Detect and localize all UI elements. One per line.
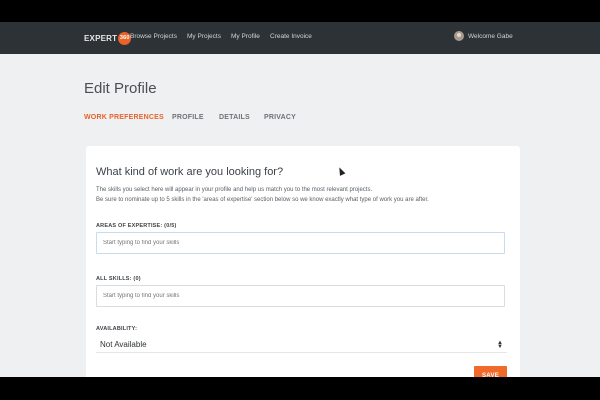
app-window: EXPERT 360 Browse Projects My Projects M… (0, 22, 600, 377)
avatar (454, 31, 464, 41)
top-navbar: EXPERT 360 Browse Projects My Projects M… (0, 22, 600, 54)
availability-label: AVAILABILITY: (96, 326, 138, 332)
nav-create-invoice[interactable]: Create Invoice (270, 33, 312, 40)
save-button[interactable]: SAVE (474, 366, 507, 377)
logo-text: EXPERT (84, 33, 118, 43)
form-heading: What kind of work are you looking for? (96, 166, 284, 178)
areas-of-expertise-input[interactable] (96, 232, 505, 254)
work-preferences-card: What kind of work are you looking for? T… (86, 146, 520, 377)
tab-profile[interactable]: PROFILE (172, 114, 204, 121)
tab-work-preferences[interactable]: WORK PREFERENCES (84, 114, 164, 121)
all-skills-input[interactable] (96, 285, 505, 307)
availability-select[interactable]: Not Available ▲ ▼ (96, 337, 507, 353)
form-description-2: Be sure to nominate up to 5 skills in th… (96, 197, 429, 203)
user-greeting: Welcome Gabe (468, 32, 513, 40)
user-menu[interactable]: Welcome Gabe (454, 31, 513, 41)
page-title: Edit Profile (84, 80, 157, 97)
nav-browse-projects[interactable]: Browse Projects (130, 33, 177, 40)
form-description-1: The skills you select here will appear i… (96, 187, 373, 193)
nav-my-projects[interactable]: My Projects (187, 33, 221, 40)
nav-my-profile[interactable]: My Profile (231, 33, 260, 40)
availability-value: Not Available (100, 340, 147, 349)
tab-privacy[interactable]: PRIVACY (264, 114, 296, 121)
areas-of-expertise-label: AREAS OF EXPERTISE: (0/5) (96, 223, 177, 229)
logo[interactable]: EXPERT 360 (84, 31, 132, 45)
select-arrows-icon: ▲ ▼ (497, 339, 503, 350)
tab-details[interactable]: DETAILS (219, 114, 250, 121)
all-skills-label: ALL SKILLS: (0) (96, 276, 141, 282)
